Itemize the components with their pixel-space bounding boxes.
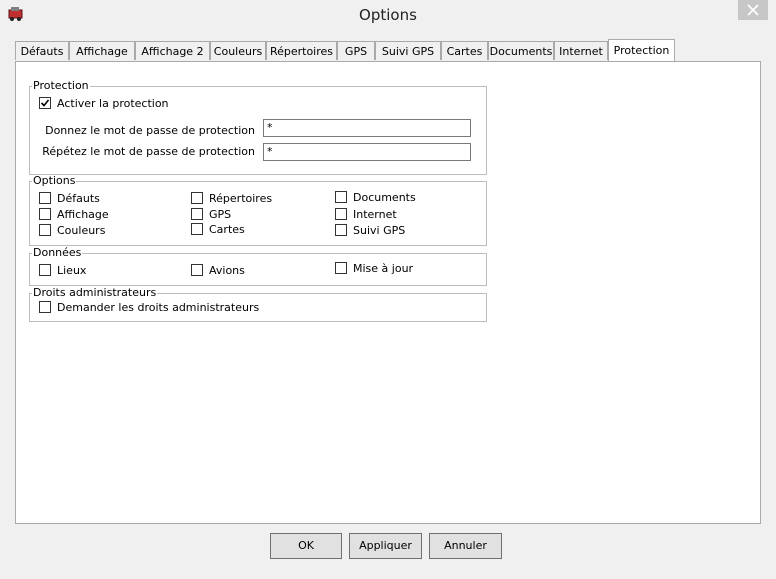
tab-documents[interactable]: Documents xyxy=(488,41,554,60)
admin-rights-checkbox[interactable]: Demander les droits administrateurs xyxy=(39,301,259,314)
checkbox-box[interactable] xyxy=(191,264,203,276)
options-legend: Options xyxy=(32,174,77,187)
tab-repertoires[interactable]: Répertoires xyxy=(266,41,337,60)
checkbox-box[interactable] xyxy=(39,97,51,109)
tab-defauts[interactable]: Défauts xyxy=(15,41,69,60)
donnees-group: Données Lieux Avions Mise à jour xyxy=(29,247,487,286)
option-internet-checkbox[interactable]: Internet xyxy=(335,208,397,221)
option-repertoires-checkbox[interactable]: Répertoires xyxy=(191,192,272,205)
checkbox-box[interactable] xyxy=(39,224,51,236)
password-label: Donnez le mot de passe de protection xyxy=(45,124,255,137)
option-affichage-checkbox[interactable]: Affichage xyxy=(39,208,109,221)
checkbox-box[interactable] xyxy=(39,301,51,313)
check-icon xyxy=(40,99,50,107)
checkbox-box[interactable] xyxy=(335,208,347,220)
option-label: Affichage xyxy=(57,208,109,221)
checkbox-box[interactable] xyxy=(39,208,51,220)
tab-gps[interactable]: GPS xyxy=(337,41,375,60)
option-label: Internet xyxy=(353,208,397,221)
admin-rights-label: Demander les droits administrateurs xyxy=(57,301,260,314)
activate-protection-checkbox[interactable]: Activer la protection xyxy=(39,97,169,110)
protection-group: Protection Activer la protection Donnez … xyxy=(29,80,487,175)
option-label: Cartes xyxy=(209,223,245,236)
option-label: Suivi GPS xyxy=(353,224,406,237)
option-documents-checkbox[interactable]: Documents xyxy=(335,191,416,204)
admin-group: Droits administrateurs Demander les droi… xyxy=(29,287,487,322)
repeat-password-field[interactable]: * xyxy=(263,143,471,161)
tab-couleurs[interactable]: Couleurs xyxy=(210,41,266,60)
option-cartes-checkbox[interactable]: Cartes xyxy=(191,223,245,236)
option-couleurs-checkbox[interactable]: Couleurs xyxy=(39,224,105,237)
tab-protection[interactable]: Protection xyxy=(608,39,675,61)
option-label: Couleurs xyxy=(57,224,106,237)
option-label: Répertoires xyxy=(209,192,273,205)
donnees-avions-checkbox[interactable]: Avions xyxy=(191,264,245,277)
tab-cartes[interactable]: Cartes xyxy=(441,41,488,60)
checkbox-box[interactable] xyxy=(335,224,347,236)
tab-affichage-2[interactable]: Affichage 2 xyxy=(135,41,210,60)
tab-suivi-gps[interactable]: Suivi GPS xyxy=(375,41,441,60)
option-suivi-gps-checkbox[interactable]: Suivi GPS xyxy=(335,224,405,237)
donnees-label: Lieux xyxy=(57,264,87,277)
tab-panel: Protection Activer la protection Donnez … xyxy=(15,61,761,524)
close-button[interactable] xyxy=(738,0,768,20)
checkbox-box[interactable] xyxy=(335,191,347,203)
donnees-legend: Données xyxy=(32,246,83,259)
donnees-label: Avions xyxy=(209,264,245,277)
checkbox-box[interactable] xyxy=(191,208,203,220)
checkbox-box[interactable] xyxy=(39,192,51,204)
checkbox-box[interactable] xyxy=(191,223,203,235)
title-bar: Options xyxy=(0,0,776,30)
donnees-lieux-checkbox[interactable]: Lieux xyxy=(39,264,86,277)
option-label: Documents xyxy=(353,191,416,204)
tab-affichage[interactable]: Affichage xyxy=(69,41,135,60)
close-icon xyxy=(747,4,759,16)
donnees-mise-a-jour-checkbox[interactable]: Mise à jour xyxy=(335,262,413,275)
option-label: Défauts xyxy=(57,192,100,205)
donnees-label: Mise à jour xyxy=(353,262,414,275)
cancel-button[interactable]: Annuler xyxy=(429,533,502,559)
activate-protection-label: Activer la protection xyxy=(57,97,169,110)
checkbox-box[interactable] xyxy=(335,262,347,274)
tab-internet[interactable]: Internet xyxy=(554,41,608,60)
admin-legend: Droits administrateurs xyxy=(32,286,158,299)
password-field[interactable]: * xyxy=(263,119,471,137)
option-defauts-checkbox[interactable]: Défauts xyxy=(39,192,100,205)
option-label: GPS xyxy=(209,208,232,221)
window-title: Options xyxy=(359,6,417,24)
options-group: Options Défauts Affichage Couleurs Réper… xyxy=(29,175,487,246)
apply-button[interactable]: Appliquer xyxy=(349,533,422,559)
checkbox-box[interactable] xyxy=(39,264,51,276)
repeat-password-label: Répétez le mot de passe de protection xyxy=(42,145,255,158)
option-gps-checkbox[interactable]: GPS xyxy=(191,208,231,221)
protection-legend: Protection xyxy=(32,79,90,92)
checkbox-box[interactable] xyxy=(191,192,203,204)
ok-button[interactable]: OK xyxy=(270,533,342,559)
